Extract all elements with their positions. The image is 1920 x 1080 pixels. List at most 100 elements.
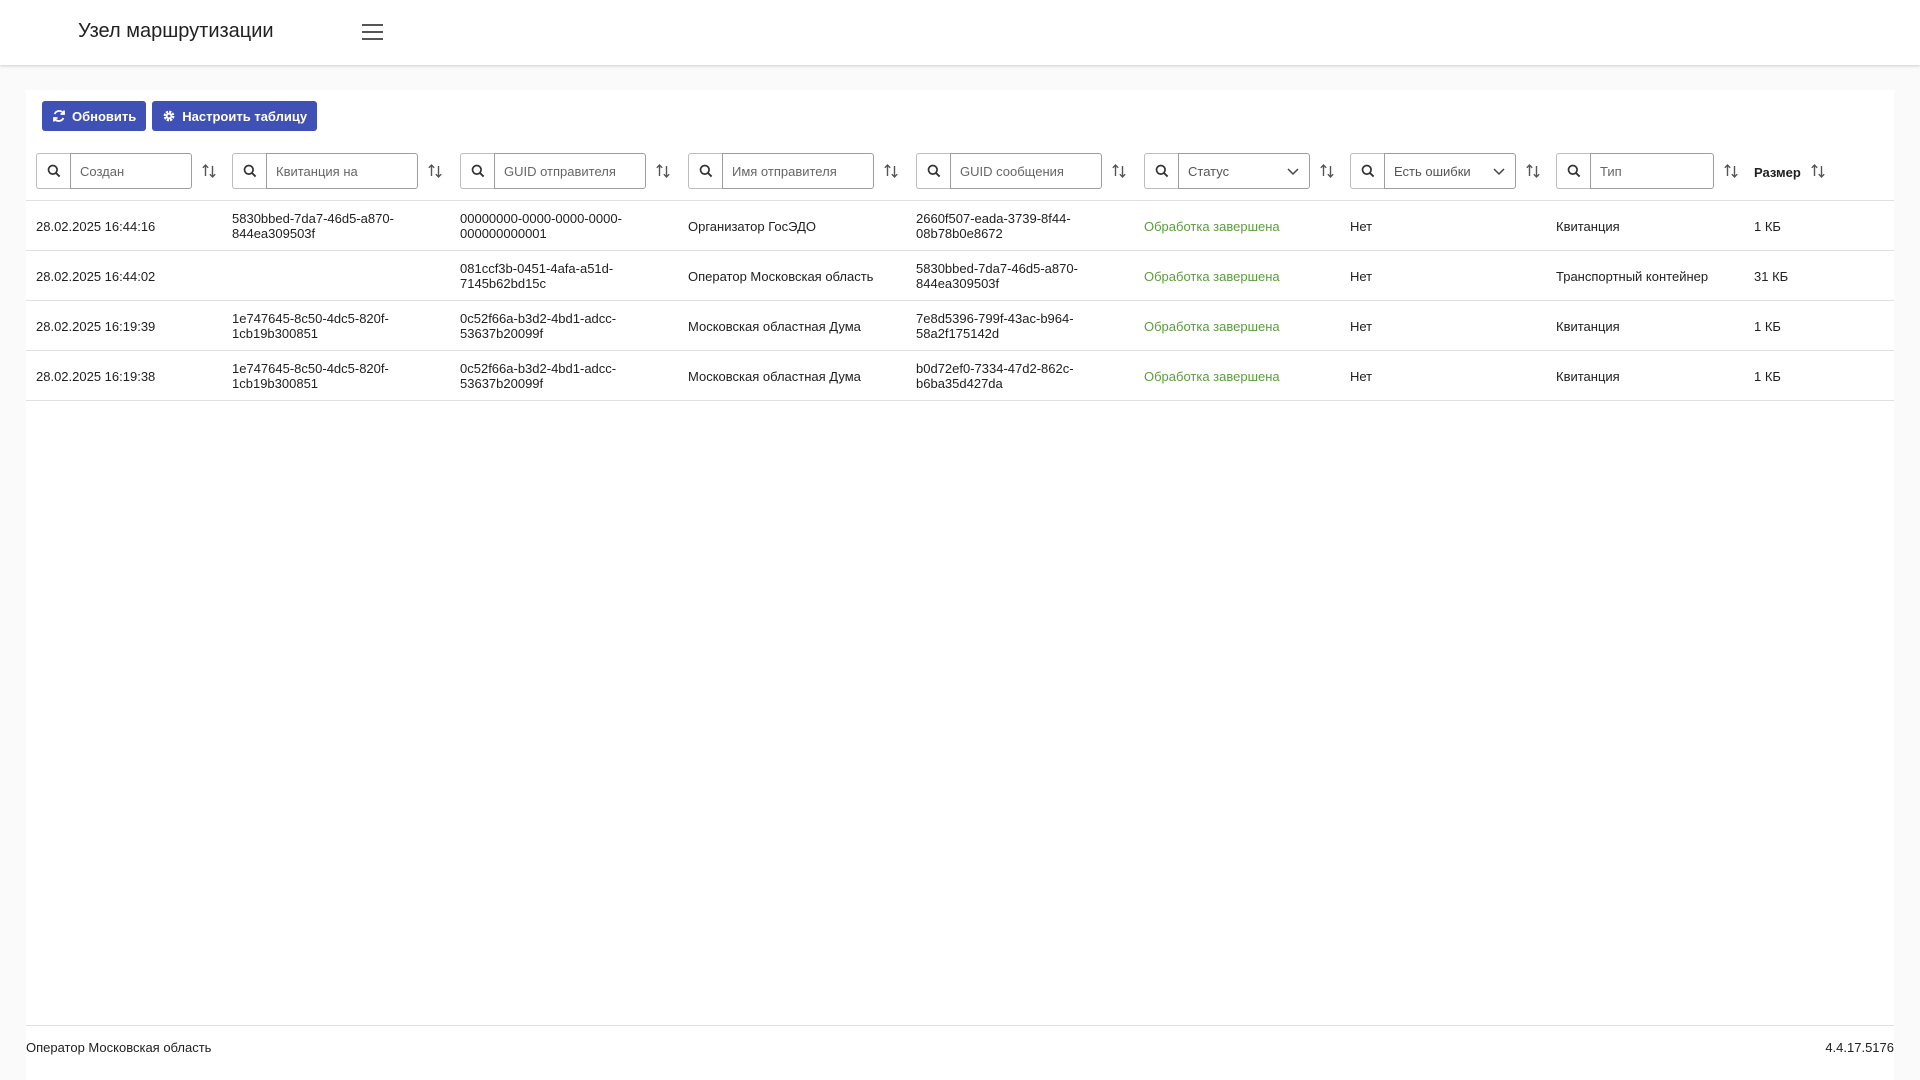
sort-created-icon[interactable] (200, 162, 218, 180)
refresh-icon (52, 109, 66, 123)
sender-guid-line-1: 00000000-0000-0000-0000- (460, 211, 622, 226)
sender-guid-cell: 081ccf3b-0451-4afa-a51d- 7145b62bd15c (460, 251, 613, 301)
receipt-for-filter-input[interactable] (266, 153, 418, 189)
chevron-down-icon (1286, 164, 1300, 179)
type-cell: Квитанция (1556, 318, 1620, 334)
sender-name-cell: Организатор ГосЭДО (688, 218, 816, 234)
filter-sender-guid (460, 152, 672, 190)
search-icon[interactable] (688, 153, 722, 189)
sort-receipt-for-icon[interactable] (426, 162, 444, 180)
sender-guid-filter-input[interactable] (494, 153, 646, 189)
app-title: Узел маршрутизации (78, 20, 274, 42)
toolbar: Обновить Настроить таблицу (42, 101, 318, 131)
sort-has-errors-icon[interactable] (1524, 162, 1542, 180)
type-cell: Квитанция (1556, 368, 1620, 384)
sort-status-icon[interactable] (1318, 162, 1336, 180)
sort-sender-guid-icon[interactable] (654, 162, 672, 180)
sender-guid-line-2: 7145b62bd15c (460, 276, 547, 291)
filter-has-errors: Есть ошибки (1350, 152, 1542, 190)
message-guid-line-2: 844ea309503f (916, 276, 1000, 291)
filter-sender-name (688, 152, 900, 190)
size-cell: 1 КБ (1754, 218, 1781, 234)
message-guid-line-1: b0d72ef0-7334-47d2-862c- (916, 361, 1074, 376)
sender-guid-cell: 00000000-0000-0000-0000- 000000000001 (460, 201, 622, 251)
search-icon[interactable] (1556, 153, 1590, 189)
message-guid-cell: b0d72ef0-7334-47d2-862c- b6ba35d427da (916, 351, 1074, 401)
message-guid-cell: 7e8d5396-799f-43ac-b964- 58a2f175142d (916, 301, 1074, 351)
receipt-for-line-1: 5830bbed-7da7-46d5-a870- (232, 211, 394, 226)
sender-guid-line-2: 53637b20099f (460, 326, 544, 341)
created-cell: 28.02.2025 16:44:02 (36, 268, 156, 284)
gear-icon (162, 109, 176, 123)
has-errors-cell: Нет (1350, 218, 1373, 234)
created-cell: 28.02.2025 16:44:16 (36, 218, 156, 234)
sort-type-icon[interactable] (1722, 162, 1740, 180)
sender-guid-line-1: 0c52f66a-b3d2-4bd1-adcc- (460, 311, 617, 326)
sender-guid-line-2: 000000000001 (460, 226, 547, 241)
refresh-button-label: Обновить (72, 108, 137, 124)
status-cell: Обработка завершена (1144, 268, 1280, 284)
main-content: Обновить Настроить таблицу Создан Квитан… (26, 90, 1894, 1080)
table-row[interactable]: 28.02.2025 16:19:38 1e747645-8c50-4dc5-8… (26, 351, 1894, 401)
search-icon[interactable] (36, 153, 70, 189)
status-select[interactable]: Статус (1178, 153, 1310, 189)
sender-guid-line-2: 53637b20099f (460, 376, 544, 391)
search-icon[interactable] (1144, 153, 1178, 189)
footer-version: 4.4.17.5176 (1825, 1040, 1894, 1055)
has-errors-cell: Нет (1350, 318, 1373, 334)
size-header-label: Размер (1754, 165, 1801, 180)
message-guid-line-2: b6ba35d427da (916, 376, 1003, 391)
status-cell: Обработка завершена (1144, 368, 1280, 384)
sender-name-cell: Оператор Московская область (688, 268, 874, 284)
status-cell: Обработка завершена (1144, 318, 1280, 334)
refresh-button[interactable]: Обновить (42, 101, 147, 131)
filter-status: Статус (1144, 152, 1336, 190)
sender-guid-line-1: 081ccf3b-0451-4afa-a51d- (460, 261, 614, 276)
sender-name-filter-input[interactable] (722, 153, 874, 189)
filter-message-guid (916, 152, 1128, 190)
table-row[interactable]: 28.02.2025 16:44:16 5830bbed-7da7-46d5-a… (26, 201, 1894, 251)
sender-name-cell: Московская областная Дума (688, 368, 861, 384)
size-cell: 31 КБ (1754, 268, 1789, 284)
sort-size-icon[interactable] (1809, 162, 1827, 183)
search-icon[interactable] (460, 153, 494, 189)
message-guid-cell: 2660f507-eada-3739-8f44- 08b78b0e8672 (916, 201, 1071, 251)
table-body: 28.02.2025 16:44:16 5830bbed-7da7-46d5-a… (26, 201, 1894, 401)
sender-guid-cell: 0c52f66a-b3d2-4bd1-adcc- 53637b20099f (460, 351, 616, 401)
receipt-for-line-2: 1cb19b300851 (232, 326, 319, 341)
has-errors-select-value: Есть ошибки (1394, 163, 1471, 179)
message-guid-line-1: 2660f507-eada-3739-8f44- (916, 211, 1071, 226)
filter-created (36, 152, 218, 190)
receipt-for-line-1: 1e747645-8c50-4dc5-820f- (232, 361, 389, 376)
footer-divider (26, 1025, 1894, 1026)
status-select-value: Статус (1188, 163, 1230, 179)
table-row[interactable]: 28.02.2025 16:44:02 081ccf3b-0451-4afa-a… (26, 251, 1894, 301)
app-bar: Узел маршрутизации (0, 0, 1920, 65)
type-filter-input[interactable] (1590, 153, 1714, 189)
receipt-for-line-2: 1cb19b300851 (232, 376, 319, 391)
receipt-for-cell: 5830bbed-7da7-46d5-a870- 844ea309503f (232, 201, 394, 251)
search-icon[interactable] (1350, 153, 1384, 189)
message-guid-line-2: 58a2f175142d (916, 326, 1000, 341)
sort-message-guid-icon[interactable] (1110, 162, 1128, 180)
hamburger-menu-icon[interactable] (358, 20, 386, 44)
has-errors-select[interactable]: Есть ошибки (1384, 153, 1516, 189)
receipt-for-line-1: 1e747645-8c50-4dc5-820f- (232, 311, 389, 326)
filter-receipt-for (232, 152, 444, 190)
search-icon[interactable] (232, 153, 266, 189)
message-guid-filter-input[interactable] (950, 153, 1102, 189)
has-errors-cell: Нет (1350, 268, 1373, 284)
size-cell: 1 КБ (1754, 368, 1781, 384)
chevron-down-icon (1492, 164, 1506, 179)
size-column-header[interactable]: Размер (1754, 162, 1827, 183)
table-row[interactable]: 28.02.2025 16:19:39 1e747645-8c50-4dc5-8… (26, 301, 1894, 351)
configure-table-button[interactable]: Настроить таблицу (152, 101, 318, 131)
search-icon[interactable] (916, 153, 950, 189)
created-filter-input[interactable] (70, 153, 192, 189)
sort-sender-name-icon[interactable] (882, 162, 900, 180)
message-guid-line-1: 7e8d5396-799f-43ac-b964- (916, 311, 1074, 326)
type-cell: Квитанция (1556, 218, 1620, 234)
receipt-for-cell: 1e747645-8c50-4dc5-820f- 1cb19b300851 (232, 301, 389, 351)
filter-type (1556, 152, 1740, 190)
has-errors-cell: Нет (1350, 368, 1373, 384)
